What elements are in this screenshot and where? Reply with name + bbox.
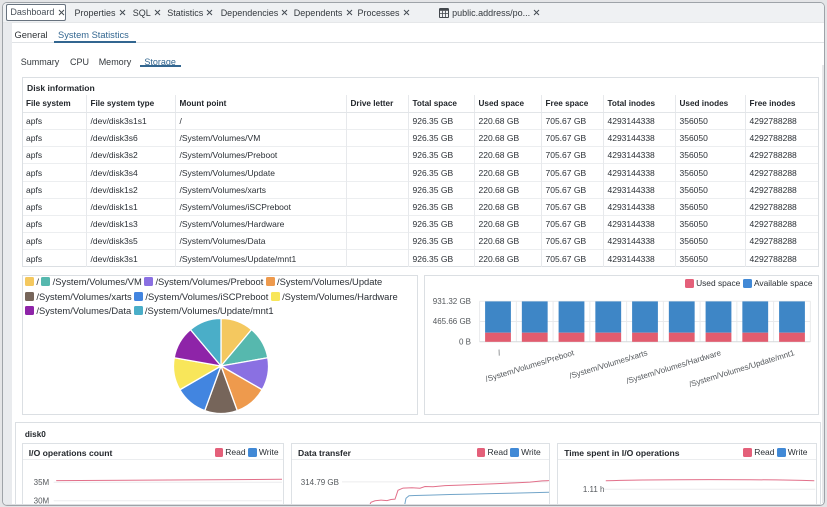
svg-text:931.32 GB: 931.32 GB [432,297,470,306]
svg-text:35M: 35M [33,478,49,487]
svg-text:/: / [496,348,502,357]
svg-text:1.11 h: 1.11 h [583,485,605,494]
svg-text:314.79 GB: 314.79 GB [301,477,339,486]
svg-text:465.66 GB: 465.66 GB [432,317,470,326]
svg-text:0 B: 0 B [458,338,470,347]
